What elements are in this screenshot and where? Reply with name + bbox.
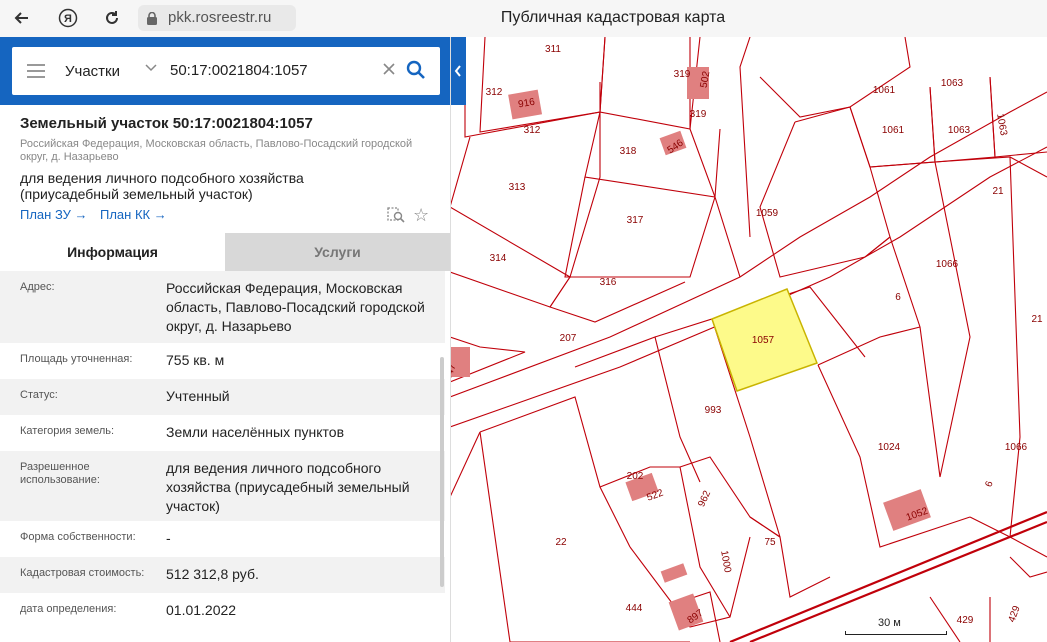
browser-toolbar: Я pkk.rosreestr.ru Публичная кадастровая… [0, 0, 1047, 38]
selected-parcel[interactable] [711, 288, 818, 392]
row-key: Площадь уточненная: [20, 353, 133, 365]
row-value: Земли населённых пунктов [166, 424, 345, 440]
plan-zu-link[interactable]: План ЗУ → [20, 207, 88, 222]
object-purpose: для ведения личного подсобного хозяйства… [20, 170, 304, 202]
search-input[interactable] [170, 57, 370, 83]
scale-label: 30 м [878, 617, 901, 629]
row-key: Форма собственности: [20, 531, 136, 543]
row-value: для ведения личного подсобного хозяйства… [166, 460, 410, 514]
row-key: Кадастровая стоимость: [20, 567, 145, 579]
info-row-permitted-use: Разрешенное использование: для ведения л… [0, 451, 445, 521]
row-value: 01.01.2022 [166, 602, 237, 618]
map-scale: 30 м [845, 617, 947, 637]
row-key: Разрешенное использование: [20, 461, 100, 486]
collapse-panel-button[interactable] [450, 37, 466, 105]
row-key: Категория земель: [20, 425, 115, 437]
row-value: 512 312,8 руб. [166, 566, 259, 582]
row-key: дата определения: [20, 603, 117, 615]
info-row-ownership: Форма собственности: - [0, 521, 445, 557]
tab-information[interactable]: Информация [0, 233, 225, 271]
row-value: Учтенный [166, 388, 230, 404]
info-row-status: Статус: Учтенный [0, 379, 445, 415]
row-key: Статус: [20, 389, 58, 401]
chevron-down-icon[interactable] [145, 61, 157, 76]
page-title: Публичная кадастровая карта [500, 9, 726, 26]
zoom-to-object-icon[interactable] [387, 207, 405, 228]
info-row-area: Площадь уточненная: 755 кв. м [0, 343, 445, 379]
info-row-address: Адрес: Российская Федерация, Московская … [0, 271, 445, 343]
search-box: Участки [12, 47, 440, 95]
chevron-left-icon [454, 65, 461, 77]
info-row-valuation-date: дата определения: 01.01.2022 [0, 593, 445, 629]
sidebar-panel: Участки Земельный участок 50:17:0021804:… [0, 37, 451, 642]
hamburger-menu-icon[interactable] [27, 64, 45, 78]
row-value: 755 кв. м [166, 352, 225, 368]
row-value: Российская Федерация, Московская область… [166, 280, 425, 334]
plan-kk-link[interactable]: План КК → [100, 207, 167, 222]
cadastral-map[interactable]: 311 319 502 312 916 312 319 318 546 313 317 314 316 2… [450, 37, 1047, 642]
info-row-category: Категория земель: Земли населённых пункт… [0, 415, 445, 451]
clear-icon[interactable] [382, 60, 396, 81]
row-value: - [166, 530, 171, 546]
scrollbar[interactable] [440, 357, 444, 587]
scale-bar [845, 631, 947, 635]
search-icon[interactable] [406, 60, 426, 85]
object-address: Российская Федерация, Московская область… [20, 138, 413, 163]
star-icon[interactable]: ☆ [413, 205, 429, 226]
tabs: Информация Услуги [0, 233, 450, 271]
search-type-select[interactable]: Участки [65, 63, 120, 80]
search-header: Участки [0, 37, 450, 105]
tab-services[interactable]: Услуги [225, 233, 450, 271]
map-canvas[interactable] [450, 37, 1047, 642]
row-key: Адрес: [20, 281, 55, 293]
info-row-cadastral-value: Кадастровая стоимость: 512 312,8 руб. [0, 557, 445, 593]
object-title: Земельный участок 50:17:0021804:1057 [20, 115, 313, 132]
